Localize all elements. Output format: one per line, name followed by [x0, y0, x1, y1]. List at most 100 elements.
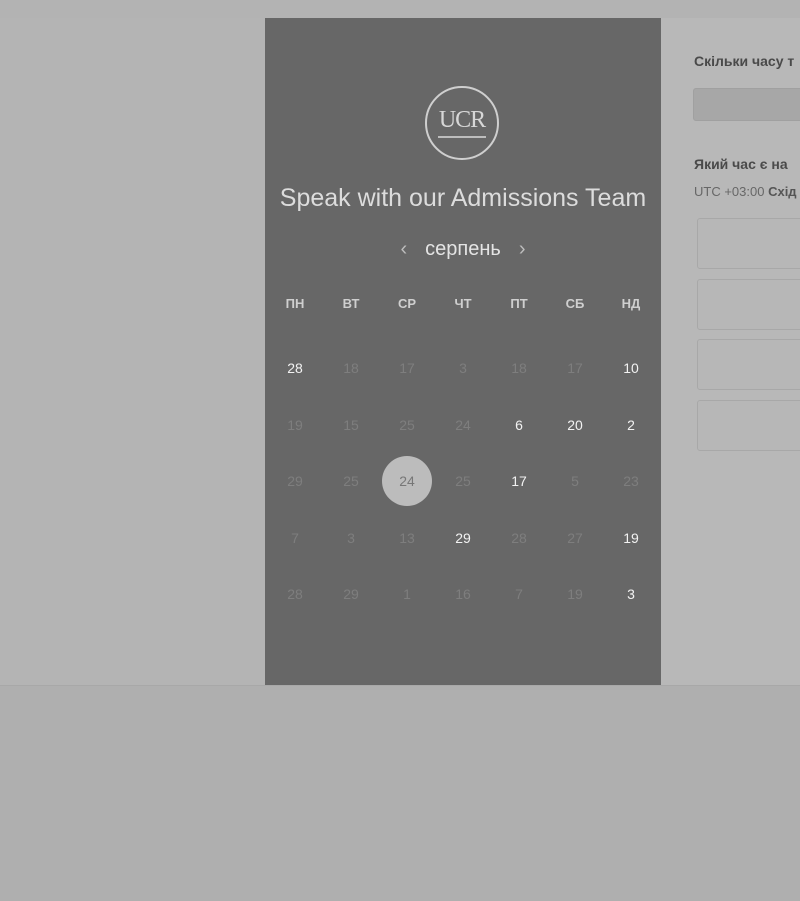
weekday-label: НД: [621, 296, 641, 311]
day-number: 1: [403, 586, 411, 603]
available-day[interactable]: 19: [603, 510, 659, 567]
page-backdrop-bottom: [0, 685, 800, 901]
day-number: 3: [459, 360, 467, 377]
week-row: 7 3 13 29 28 27 19: [267, 510, 659, 567]
day-number: 7: [291, 529, 299, 546]
unavailable-day: 1: [379, 566, 435, 623]
available-day[interactable]: 10: [603, 340, 659, 397]
day-number: 29: [455, 529, 471, 546]
available-day[interactable]: 2: [603, 397, 659, 454]
unavailable-day: 18: [491, 340, 547, 397]
day-number: 19: [287, 416, 303, 433]
available-day[interactable]: 28: [267, 340, 323, 397]
unavailable-day: 18: [323, 340, 379, 397]
next-month-icon[interactable]: ›: [519, 239, 526, 259]
day-number: 19: [623, 529, 639, 546]
unavailable-day: 27: [547, 510, 603, 567]
week-row: 19 15 25 24 6 20 2: [267, 397, 659, 454]
day-number: 25: [343, 473, 359, 490]
week-row: 28 18 17 3 18 17 10: [267, 340, 659, 397]
logo-text: UCR: [438, 107, 486, 133]
day-number: 5: [571, 473, 579, 490]
top-bar: [0, 0, 800, 19]
day-number: 15: [343, 416, 359, 433]
month-navigation: ‹ серпень ›: [265, 234, 661, 264]
week-row: 28 29 1 16 7 19 3: [267, 566, 659, 623]
unavailable-day: 7: [267, 510, 323, 567]
unavailable-day: 16: [435, 566, 491, 623]
timezone-offset: UTC +03:00: [694, 184, 765, 199]
unavailable-day: 25: [323, 453, 379, 510]
day-number: 18: [511, 360, 527, 377]
week-row: 29 25 24 25 17 5 23: [267, 453, 659, 510]
unavailable-day: 15: [323, 397, 379, 454]
unavailable-day: 23: [603, 453, 659, 510]
day-number: 20: [567, 416, 583, 433]
day-number: 29: [287, 473, 303, 490]
weekday-label: ЧТ: [454, 296, 472, 311]
duration-select[interactable]: [693, 88, 800, 121]
day-number: 19: [567, 586, 583, 603]
time-slot-button[interactable]: [697, 400, 800, 451]
duration-question: Скільки часу т: [694, 53, 795, 69]
selected-day[interactable]: 24: [379, 453, 435, 510]
weekday-label: ПН: [285, 296, 305, 311]
timezone-label: UTC +03:00 Схід: [694, 184, 797, 199]
weekday-label: ПТ: [510, 296, 528, 311]
day-number: 17: [399, 360, 415, 377]
month-label: серпень: [425, 237, 501, 260]
day-number: 17: [567, 360, 583, 377]
unavailable-day: 3: [323, 510, 379, 567]
weekday-header: ПН ВТ СР ЧТ ПТ СБ НД: [267, 296, 659, 311]
unavailable-day: 29: [323, 566, 379, 623]
day-number: 24: [382, 456, 432, 507]
prev-month-icon[interactable]: ‹: [400, 239, 407, 259]
weekday-label: СР: [397, 296, 417, 311]
time-slot-button[interactable]: [697, 339, 800, 390]
day-number: 2: [627, 416, 635, 433]
details-panel: Скільки часу т Який час є на UTC +03:00 …: [661, 18, 800, 685]
unavailable-day: 25: [435, 453, 491, 510]
unavailable-day: 24: [435, 397, 491, 454]
day-number: 23: [623, 473, 639, 490]
unavailable-day: 28: [267, 566, 323, 623]
day-number: 3: [627, 586, 635, 603]
day-number: 17: [511, 473, 527, 490]
unavailable-day: 19: [547, 566, 603, 623]
day-number: 28: [511, 529, 527, 546]
available-day[interactable]: 29: [435, 510, 491, 567]
available-day[interactable]: 17: [491, 453, 547, 510]
unavailable-day: 17: [379, 340, 435, 397]
day-number: 3: [347, 529, 355, 546]
calendar-title: Speak with our Admissions Team: [279, 184, 647, 212]
available-day[interactable]: 6: [491, 397, 547, 454]
unavailable-day: 3: [435, 340, 491, 397]
day-number: 13: [399, 529, 415, 546]
available-day[interactable]: 20: [547, 397, 603, 454]
ucr-logo: UCR: [425, 86, 499, 160]
weekday-label: ВТ: [342, 296, 360, 311]
day-number: 28: [287, 586, 303, 603]
unavailable-day: 28: [491, 510, 547, 567]
time-question: Який час є на: [694, 156, 788, 172]
unavailable-day: 29: [267, 453, 323, 510]
timezone-name: Схід: [768, 184, 797, 199]
logo-underline: [438, 136, 486, 138]
day-number: 28: [287, 360, 303, 377]
unavailable-day: 17: [547, 340, 603, 397]
day-number: 6: [515, 416, 523, 433]
unavailable-day: 25: [379, 397, 435, 454]
day-number: 10: [623, 360, 639, 377]
day-number: 16: [455, 586, 471, 603]
unavailable-day: 5: [547, 453, 603, 510]
day-number: 25: [399, 416, 415, 433]
day-number: 27: [567, 529, 583, 546]
time-slot-button[interactable]: [697, 218, 800, 269]
available-day[interactable]: 3: [603, 566, 659, 623]
weekday-label: СБ: [565, 296, 585, 311]
unavailable-day: 13: [379, 510, 435, 567]
time-slot-button[interactable]: [697, 279, 800, 330]
unavailable-day: 19: [267, 397, 323, 454]
day-number: 25: [455, 473, 471, 490]
days-grid: 28 18 17 3 18 17 10 19 15 25 24 6 20 2 29 25 24 25 17 5 23 7 3…: [267, 340, 659, 623]
